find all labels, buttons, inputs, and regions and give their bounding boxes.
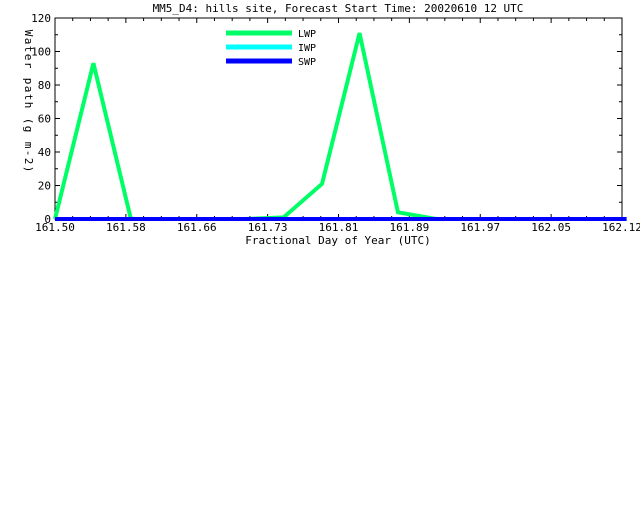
series-line-lwp [53, 32, 627, 221]
y-axis-label-char: g [22, 126, 35, 133]
legend-label-iwp: IWP [298, 43, 316, 54]
y-axis-label-char: e [22, 54, 35, 61]
y-axis-label-char: a [22, 38, 35, 45]
x-tick-label: 161.81 [319, 221, 359, 234]
y-axis-label-char: ( [22, 118, 35, 125]
y-axis-label-char: t [22, 46, 35, 53]
y-axis-label-char: m [22, 142, 35, 149]
y-tick-label: 20 [38, 180, 51, 193]
y-axis-label-char: ) [22, 166, 35, 173]
y-axis-label-char: t [22, 94, 35, 101]
y-axis-label-char: 2 [22, 158, 35, 165]
x-tick-label: 162.12 [602, 221, 640, 234]
y-tick-label: 80 [38, 79, 51, 92]
y-axis-label-char: h [22, 102, 35, 109]
x-tick-label: 161.66 [177, 221, 217, 234]
y-tick-label: 0 [44, 213, 51, 226]
y-axis-label-char: r [22, 62, 35, 69]
y-axis-label-char: a [22, 86, 35, 93]
y-tick-label: 120 [31, 12, 51, 25]
legend-label-swp: SWP [298, 57, 316, 68]
x-tick-label: 161.97 [460, 221, 500, 234]
x-tick-label: 161.89 [390, 221, 430, 234]
x-tick-label: 161.73 [248, 221, 288, 234]
y-axis-label: Waterpath(gm-2) [22, 30, 35, 173]
y-axis: 020406080100120 [31, 12, 622, 226]
x-axis-label: Fractional Day of Year (UTC) [245, 234, 430, 247]
chart-title: MM5_D4: hills site, Forecast Start Time:… [153, 2, 524, 15]
x-tick-label: 161.50 [35, 221, 75, 234]
y-tick-label: 40 [38, 146, 51, 159]
legend: LWP IWP SWP [226, 29, 316, 68]
x-tick-label: 161.58 [106, 221, 146, 234]
x-tick-label: 162.05 [531, 221, 571, 234]
series-layer [53, 32, 627, 221]
y-axis-label-char: - [22, 150, 35, 157]
y-axis-label-char: p [22, 78, 35, 85]
y-tick-label: 60 [38, 113, 51, 126]
legend-label-lwp: LWP [298, 29, 316, 40]
y-axis-label-char: W [22, 30, 35, 37]
chart: MM5_D4: hills site, Forecast Start Time:… [22, 2, 640, 247]
